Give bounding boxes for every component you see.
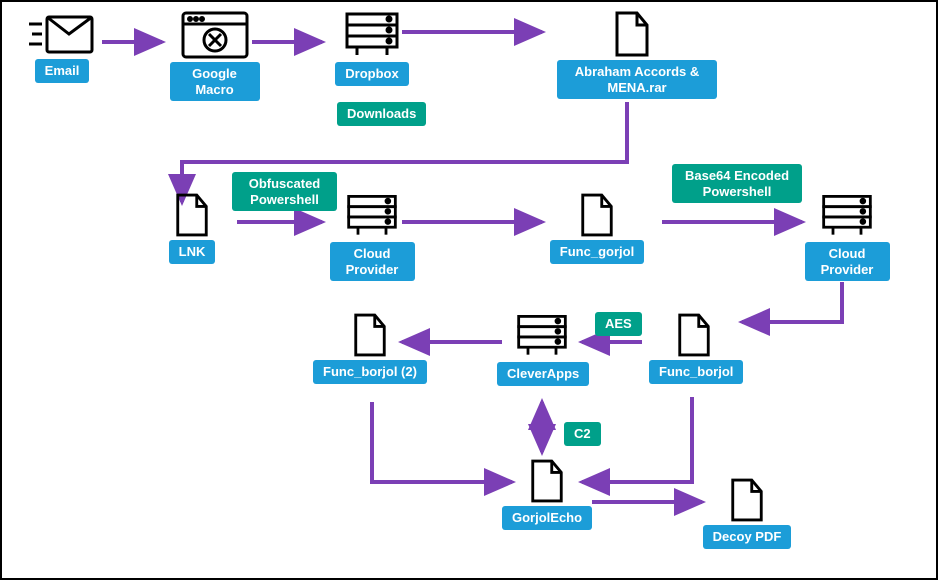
func-borjol-node: Func_borjol [649,312,739,384]
file-icon [310,312,430,358]
decoy-label: Decoy PDF [703,525,792,549]
cloud-provider-1-node: Cloud Provider [327,192,417,281]
arrow-layer [2,2,936,578]
func-gorjol-node: Func_gorjol [547,192,647,264]
cleverapps-node: CleverApps [497,312,587,386]
func-borjol-label: Func_borjol [649,360,743,384]
cloud2-label: Cloud Provider [805,242,890,281]
b64-ps-label: Base64 Encoded Powershell [672,164,802,203]
file-icon [157,192,227,238]
gorjolecho-node: GorjolEcho [502,458,592,530]
google-macro-label: Google Macro [170,62,260,101]
server-icon [327,10,417,60]
cleverapps-label: CleverApps [497,362,589,386]
rar-label: Abraham Accords & MENA.rar [557,60,717,99]
lnk-label: LNK [169,240,216,264]
func-borjol2-node: Func_borjol (2) [310,312,430,384]
email-icon [22,12,102,57]
file-icon [502,458,592,504]
rar-node: Abraham Accords & MENA.rar [557,10,707,99]
server-icon [802,192,892,240]
func-borjol2-label: Func_borjol (2) [313,360,427,384]
dropbox-node: Dropbox [327,10,417,86]
downloads-label: Downloads [337,102,426,126]
cloud1-label: Cloud Provider [330,242,415,281]
server-icon [327,192,417,240]
file-icon [649,312,739,358]
email-label: Email [35,59,90,83]
server-icon [497,312,587,360]
func-gorjol-label: Func_gorjol [550,240,644,264]
browser-error-icon [167,10,262,60]
google-macro-node: Google Macro [167,10,262,101]
c2-label: C2 [564,422,601,446]
email-node: Email [22,12,102,83]
cloud-provider-2-node: Cloud Provider [802,192,892,281]
downloads-badge: Downloads [337,102,426,126]
obfuscated-ps-label: Obfuscated Powershell [232,172,337,211]
gorjolecho-label: GorjolEcho [502,506,592,530]
decoy-pdf-node: Decoy PDF [702,477,792,549]
aes-label: AES [595,312,642,336]
file-icon [547,192,647,238]
obfuscated-ps-badge: Obfuscated Powershell [232,172,337,211]
file-icon [557,10,707,58]
diagram-canvas: Email Google Macro [0,0,938,580]
aes-badge: AES [595,312,642,336]
lnk-node: LNK [157,192,227,264]
dropbox-label: Dropbox [335,62,408,86]
file-icon [702,477,792,523]
b64-ps-badge: Base64 Encoded Powershell [672,164,802,203]
c2-badge: C2 [564,422,601,446]
